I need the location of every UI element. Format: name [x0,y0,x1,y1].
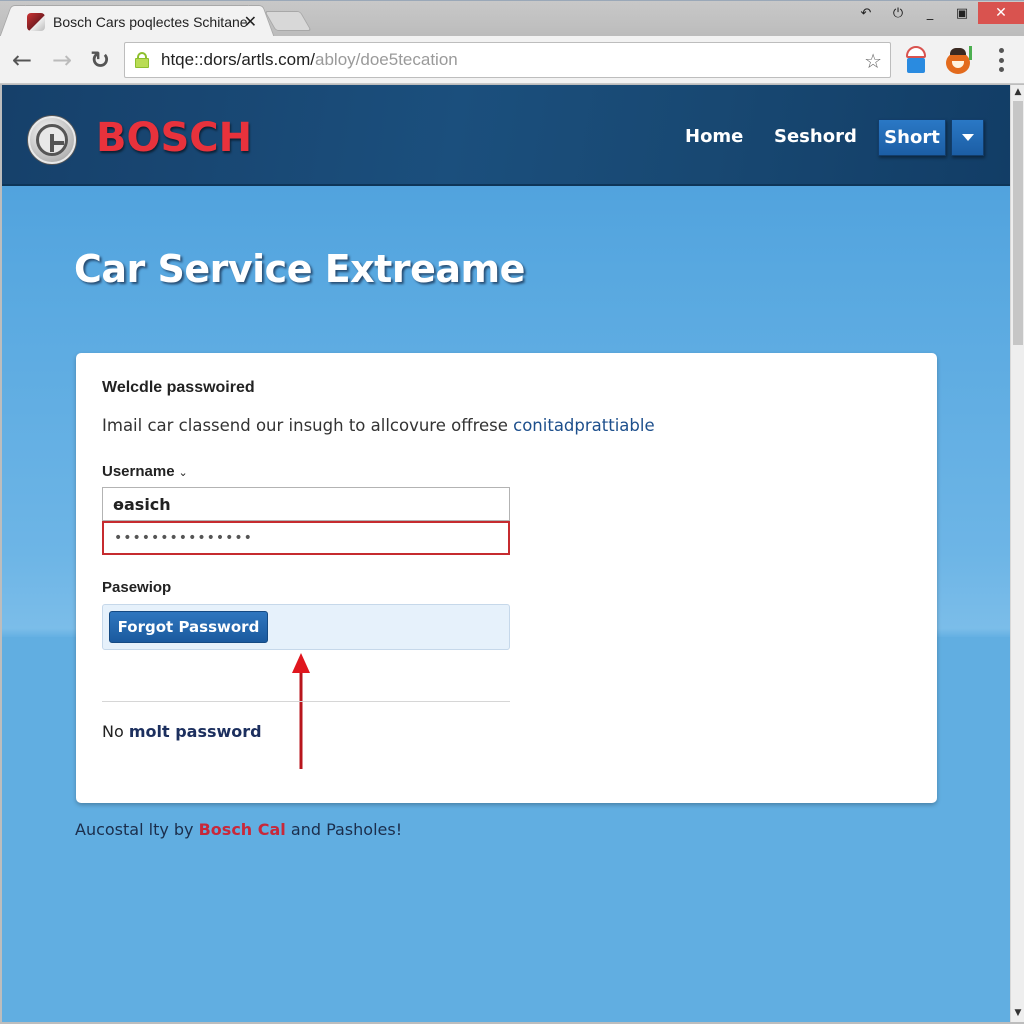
window-controls: ↶ ⏻ _ ▣ ✕ [850,1,1024,25]
no-password-prefix: No [102,722,129,741]
bosch-logo-icon[interactable] [28,116,76,164]
nav-search[interactable]: Seshord [774,126,857,147]
page-title: Car Service Extreame [74,247,525,291]
chevron-down-icon[interactable]: ⌄ [179,467,188,479]
brand-wordmark[interactable]: BOSCH [96,115,252,161]
username-label: Username ⌄ [102,463,188,480]
password-action-strip: Forgot Password [102,604,510,650]
nav-dropdown-button[interactable] [951,119,984,156]
back-arrow-icon[interactable]: ← [8,46,36,74]
browser-menu-icon[interactable] [996,48,1006,72]
footer-suffix: and Pasholes! [285,820,403,839]
username-label-text: Username [102,463,175,480]
nav-short-button[interactable]: Short [878,119,946,156]
tab-title: Bosch Cars poqlectes Schitane [53,13,248,30]
no-password-text: No molt password [102,722,262,741]
window-close-button[interactable]: ✕ [978,2,1024,24]
description-link[interactable]: conitadprattiable [513,416,654,435]
no-password-link[interactable]: molt password [129,722,262,741]
bookmark-star-icon[interactable]: ☆ [864,49,882,73]
site-header: BOSCH Home Seshord Short [2,85,1010,186]
scroll-down-icon[interactable]: ▼ [1011,1006,1024,1020]
reload-icon[interactable]: ↻ [86,46,114,74]
page-viewport: BOSCH Home Seshord Short Car Service Ext… [2,85,1010,1022]
footer-brand-link[interactable]: Bosch Cal [199,820,286,839]
lock-icon [135,52,149,68]
nav-home[interactable]: Home [685,126,743,147]
browser-titlebar: Bosch Cars poqlectes Schitane ✕ ↶ ⏻ _ ▣ … [0,0,1024,37]
password-input[interactable]: ••••••••••••••• [102,521,510,555]
address-bar[interactable]: htqe::dors/artls.com/ abloy/doe5tecation… [124,42,891,78]
divider [102,701,510,702]
vertical-scrollbar[interactable]: ▲ ▼ [1010,85,1024,1022]
scroll-up-icon[interactable]: ▲ [1011,85,1024,99]
annotation-arrow-icon [292,653,310,769]
extension-icon-1[interactable] [903,46,929,74]
card-heading: Welcdle passwoired [102,379,255,396]
card-description: Imail car classend our insugh to allcovu… [102,416,655,435]
extra-icon-1[interactable]: ↶ [850,2,882,24]
login-card: Welcdle passwoired Imail car classend ou… [76,353,937,803]
password-label: Pasewiop [102,579,172,596]
forward-arrow-icon[interactable]: → [48,46,76,74]
url-host: htqe::dors/artls.com/ [161,50,316,69]
scroll-thumb[interactable] [1013,101,1023,345]
username-input[interactable]: ɵasich [102,487,510,521]
minimize-button[interactable]: _ [914,2,946,24]
url-path: abloy/doe5tecation [315,50,458,69]
footer-text: Aucostal lty by Bosch Cal and Pasholes! [75,820,402,839]
favicon-icon [27,12,45,31]
caret-down-icon [961,134,974,141]
description-text: Imail car classend our insugh to allcovu… [102,416,514,435]
footer-prefix: Aucostal lty by [75,820,199,839]
tab-close-icon[interactable]: ✕ [244,12,257,31]
browser-tab[interactable]: Bosch Cars poqlectes Schitane ✕ [12,5,262,37]
extra-icon-2[interactable]: ⏻ [882,2,914,24]
browser-toolbar: ← → ↻ htqe::dors/artls.com/ abloy/doe5te… [0,36,1024,84]
forgot-password-button[interactable]: Forgot Password [109,611,268,643]
extension-icon-2[interactable] [944,46,974,76]
maximize-button[interactable]: ▣ [946,2,978,24]
